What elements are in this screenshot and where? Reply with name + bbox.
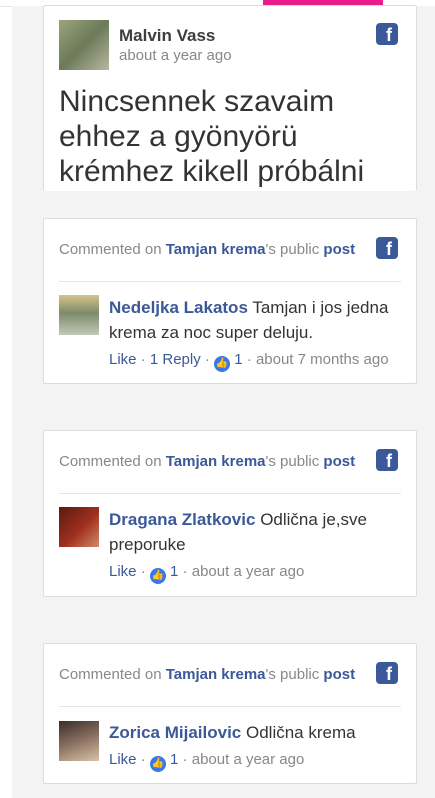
thumbs-up-icon: 👍	[149, 568, 166, 584]
post-link[interactable]: post	[323, 666, 355, 683]
comment-text: Odlična krema	[246, 723, 356, 742]
like-count[interactable]: 1	[234, 351, 242, 368]
separator: ·	[178, 751, 192, 768]
divider	[59, 493, 401, 494]
like-button[interactable]: Like	[109, 351, 137, 368]
facebook-icon[interactable]: f	[376, 23, 398, 45]
comment-body: Dragana Zlatkovic Odlična je,sve preporu…	[109, 507, 404, 557]
avatar[interactable]	[59, 20, 109, 70]
post-text: Nincsennek szavaim ehhez a gyönyörü krém…	[59, 85, 365, 188]
comment-context: Commented on Tamjan krema's public post	[59, 453, 355, 470]
post-author-name[interactable]: Malvin Vass	[119, 26, 215, 46]
page-link[interactable]: Tamjan krema	[166, 666, 266, 683]
avatar[interactable]	[59, 507, 99, 547]
avatar[interactable]	[59, 295, 99, 335]
separator: ·	[136, 563, 150, 580]
separator: ·	[136, 751, 150, 768]
comment-actions: Like · 1 Reply · 👍 1 · about 7 months ag…	[109, 351, 389, 372]
context-mid: 's public	[265, 453, 324, 470]
commenter-name[interactable]: Zorica Mijailovic	[109, 723, 241, 742]
context-mid: 's public	[265, 666, 324, 683]
comment-timestamp[interactable]: about a year ago	[192, 751, 305, 768]
commenter-name[interactable]: Nedeljka Lakatos	[109, 298, 248, 317]
facebook-icon[interactable]: f	[376, 662, 398, 684]
separator: ·	[200, 351, 215, 368]
post-timestamp: about a year ago	[119, 47, 232, 64]
context-prefix: Commented on	[59, 241, 166, 258]
commenter-name[interactable]: Dragana Zlatkovic	[109, 510, 255, 529]
post-link[interactable]: post	[323, 241, 355, 258]
post-link[interactable]: post	[323, 453, 355, 470]
separator: ·	[178, 563, 192, 580]
comment-actions: Like · 👍 1 · about a year ago	[109, 751, 304, 772]
divider	[59, 706, 401, 707]
comment-timestamp[interactable]: about 7 months ago	[256, 351, 389, 368]
facebook-icon[interactable]: f	[376, 449, 398, 471]
comment-card: Commented on Tamjan krema's public post …	[43, 218, 417, 384]
like-button[interactable]: Like	[109, 563, 137, 580]
context-mid: 's public	[265, 241, 324, 258]
comment-actions: Like · 👍 1 · about a year ago	[109, 563, 304, 584]
like-button[interactable]: Like	[109, 751, 137, 768]
divider	[59, 281, 401, 282]
comment-timestamp[interactable]: about a year ago	[192, 563, 305, 580]
thumbs-up-icon: 👍	[149, 756, 166, 772]
comment-card: Commented on Tamjan krema's public post …	[43, 643, 417, 784]
facebook-icon[interactable]: f	[376, 237, 398, 259]
separator: ·	[136, 351, 150, 368]
comment-body: Nedeljka Lakatos Tamjan i jos jedna krem…	[109, 295, 404, 345]
page-link[interactable]: Tamjan krema	[166, 241, 266, 258]
context-prefix: Commented on	[59, 453, 166, 470]
reply-link[interactable]: 1 Reply	[150, 351, 201, 368]
comment-context: Commented on Tamjan krema's public post	[59, 241, 355, 258]
comment-card: Commented on Tamjan krema's public post …	[43, 430, 417, 597]
comment-body: Zorica Mijailovic Odlična krema	[109, 720, 404, 745]
separator: ·	[242, 351, 256, 368]
avatar[interactable]	[59, 721, 99, 761]
post-card: Malvin Vass about a year ago f Nincsenne…	[43, 5, 417, 191]
comment-context: Commented on Tamjan krema's public post	[59, 666, 355, 683]
thumbs-up-icon: 👍	[214, 356, 231, 372]
page-link[interactable]: Tamjan krema	[166, 453, 266, 470]
context-prefix: Commented on	[59, 666, 166, 683]
comments-feed: Malvin Vass about a year ago f Nincsenne…	[12, 5, 435, 798]
